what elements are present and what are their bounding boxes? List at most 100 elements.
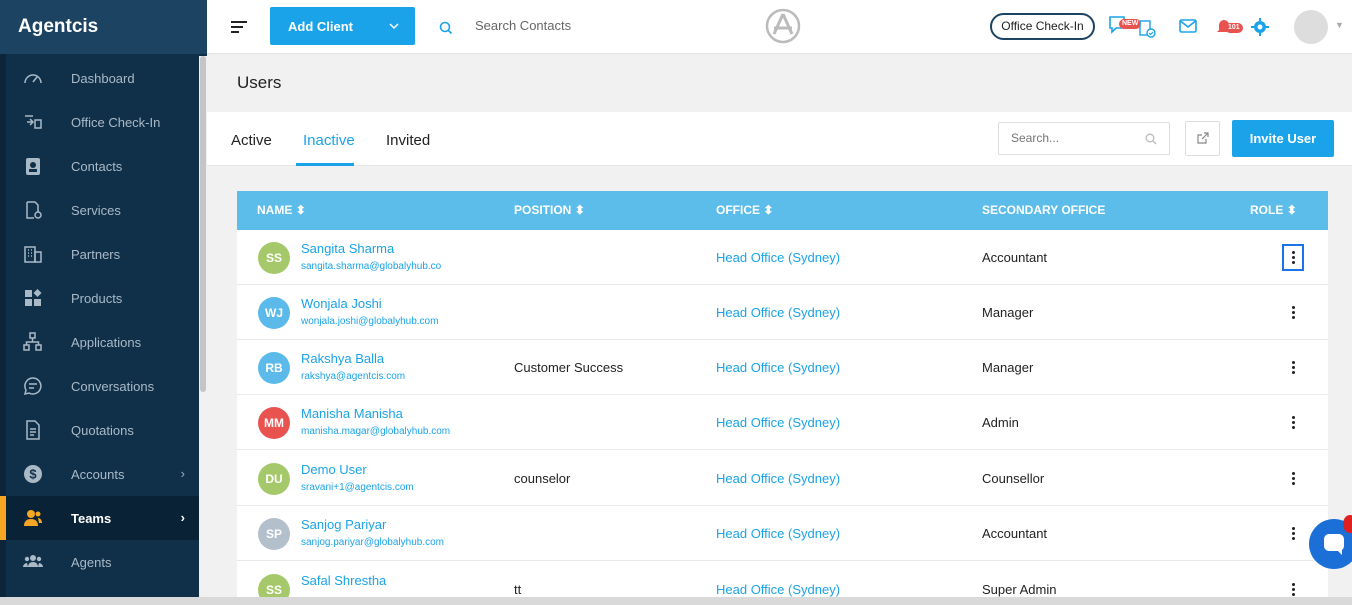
table-row[interactable]: WJ Wonjala Joshi wonjala.joshi@globalyhub.… [237, 285, 1328, 340]
user-avatar[interactable] [1294, 10, 1328, 44]
chat-icon [22, 375, 44, 397]
row-actions-menu-icon[interactable] [1282, 409, 1304, 436]
sort-icon: ⬍ [574, 203, 585, 217]
document-icon [22, 419, 44, 441]
mail-icon[interactable] [1179, 18, 1197, 37]
export-button[interactable] [1185, 121, 1220, 156]
row-actions-menu-icon[interactable] [1282, 520, 1304, 547]
user-office-link[interactable]: Head Office (Sydney) [716, 305, 840, 320]
office-checkin-button[interactable]: Office Check-In [990, 13, 1095, 40]
menu-toggle-icon[interactable] [231, 21, 247, 33]
invite-user-button[interactable]: Invite User [1232, 120, 1334, 157]
sidebar-item-label: Dashboard [71, 70, 135, 86]
table-row[interactable]: SP Sanjog Pariyar sanjog.pariyar@globalyhu… [237, 506, 1328, 561]
sidebar-item-services[interactable]: Services [6, 188, 199, 232]
brand-logo[interactable]: Agentcis [0, 0, 207, 54]
sidebar-item-label: Products [71, 290, 123, 306]
sort-icon: ⬍ [295, 203, 306, 217]
main-content: NAME ⬍ POSITION ⬍ OFFICE ⬍ SECONDARY OFF… [207, 166, 1352, 605]
sidebar-item-applications[interactable]: Applications [6, 320, 199, 364]
col-secondary-office: SECONDARY OFFICE [982, 203, 1105, 217]
col-office-label: OFFICE [716, 203, 760, 217]
external-link-icon [1196, 132, 1209, 148]
col-position[interactable]: POSITION ⬍ [514, 203, 585, 217]
sidebar-item-conversations[interactable]: Conversations [6, 364, 199, 408]
sidebar: Agentcis Dashboard Office Check-In Conta… [0, 0, 207, 605]
sidebar-item-accounts[interactable]: $ Accounts › [6, 452, 199, 496]
sidebar-item-partners[interactable]: Partners [6, 232, 199, 276]
user-office-link[interactable]: Head Office (Sydney) [716, 526, 840, 541]
sidebar-item-label: Conversations [71, 378, 155, 394]
company-logo-icon [765, 8, 801, 44]
sidebar-item-teams[interactable]: Teams › [0, 496, 199, 540]
avatar: DU [258, 463, 290, 495]
tab-invited[interactable]: Invited [386, 132, 430, 149]
gear-icon[interactable] [1251, 18, 1269, 39]
chevron-right-icon: › [180, 510, 185, 525]
row-actions-menu-icon[interactable] [1282, 354, 1304, 381]
user-email: wonjala.joshi@globalyhub.com [301, 316, 439, 327]
user-name-link[interactable]: Sanjog Pariyar [301, 517, 386, 532]
col-name[interactable]: NAME ⬍ [257, 203, 306, 217]
col-office[interactable]: OFFICE ⬍ [716, 203, 773, 217]
team-icon [22, 507, 44, 529]
sidebar-item-quotations[interactable]: Quotations [6, 408, 199, 452]
sidebar-item-agents[interactable]: Agents [6, 540, 199, 584]
flow-icon [22, 331, 44, 353]
user-name-link[interactable]: Rakshya Balla [301, 351, 384, 366]
row-actions-menu-icon[interactable] [1282, 465, 1304, 492]
col-role[interactable]: ROLE ⬍ [1250, 203, 1297, 217]
table-row[interactable]: MM Manisha Manisha manisha.magar@globalyhu… [237, 395, 1328, 450]
row-actions-menu-icon[interactable] [1282, 244, 1304, 271]
add-client-button[interactable]: Add Client [270, 7, 415, 45]
sidebar-item-label: Contacts [71, 158, 123, 174]
top-bar: Add Client Search Contacts Office Check-… [207, 0, 1352, 54]
tab-inactive[interactable]: Inactive [303, 132, 355, 149]
table-row[interactable]: SS Sangita Sharma sangita.sharma@globalyhu… [237, 230, 1328, 285]
user-name-link[interactable]: Demo User [301, 462, 367, 477]
page-header: Users [207, 54, 1352, 112]
user-secondary-office: Accountant [982, 250, 1048, 265]
tab-bar: Active Inactive Invited Invite User [207, 112, 1352, 166]
user-email: rakshya@agentcis.com [301, 371, 406, 382]
caret-down-icon[interactable]: ▼ [1335, 20, 1344, 30]
user-office-link[interactable]: Head Office (Sydney) [716, 250, 840, 265]
table-row[interactable]: RB Rakshya Balla rakshya@agentcis.com Custo… [237, 340, 1328, 395]
page-title: Users [237, 73, 282, 92]
tab-active[interactable]: Active [231, 132, 272, 149]
user-name-link[interactable]: Wonjala Joshi [301, 296, 382, 311]
sidebar-scrollbar[interactable] [199, 56, 207, 605]
search-icon[interactable] [439, 21, 453, 38]
user-name-link[interactable]: Safal Shrestha [301, 573, 386, 588]
task-check-icon[interactable] [1138, 20, 1156, 41]
user-office-link[interactable]: Head Office (Sydney) [716, 415, 840, 430]
sidebar-item-office-checkin[interactable]: Office Check-In [6, 100, 199, 144]
bottom-scrollbar[interactable] [0, 597, 1352, 605]
user-office-link[interactable]: Head Office (Sydney) [716, 582, 840, 597]
sidebar-item-dashboard[interactable]: Dashboard [6, 56, 199, 100]
table-header: NAME ⬍ POSITION ⬍ OFFICE ⬍ SECONDARY OFF… [237, 191, 1328, 230]
contact-card-icon [22, 155, 44, 177]
user-name-link[interactable]: Manisha Manisha [301, 406, 403, 421]
avatar: MM [258, 407, 290, 439]
chevron-right-icon: › [180, 466, 185, 481]
user-office-link[interactable]: Head Office (Sydney) [716, 360, 840, 375]
chevron-down-icon [389, 18, 399, 33]
search-contacts-input[interactable]: Search Contacts [475, 18, 571, 33]
users-search-input[interactable] [1011, 131, 1141, 145]
row-actions-menu-icon[interactable] [1282, 299, 1304, 326]
user-email: sanjog.pariyar@globalyhub.com [301, 537, 445, 548]
scrollbar-thumb[interactable] [200, 56, 206, 392]
user-office-link[interactable]: Head Office (Sydney) [716, 471, 840, 486]
search-icon [1145, 133, 1157, 148]
user-position: tt [514, 582, 522, 597]
user-position: counselor [514, 471, 571, 486]
users-search-box[interactable] [998, 122, 1170, 155]
sidebar-item-label: Applications [71, 334, 142, 350]
user-secondary-office: Counsellor [982, 471, 1045, 486]
user-name-link[interactable]: Sangita Sharma [301, 241, 394, 256]
sidebar-item-products[interactable]: Products [6, 276, 199, 320]
sidebar-item-contacts[interactable]: Contacts [6, 144, 199, 188]
avatar: WJ [258, 297, 290, 329]
table-row[interactable]: DU Demo User sravani+1@agentcis.com counsel… [237, 451, 1328, 506]
